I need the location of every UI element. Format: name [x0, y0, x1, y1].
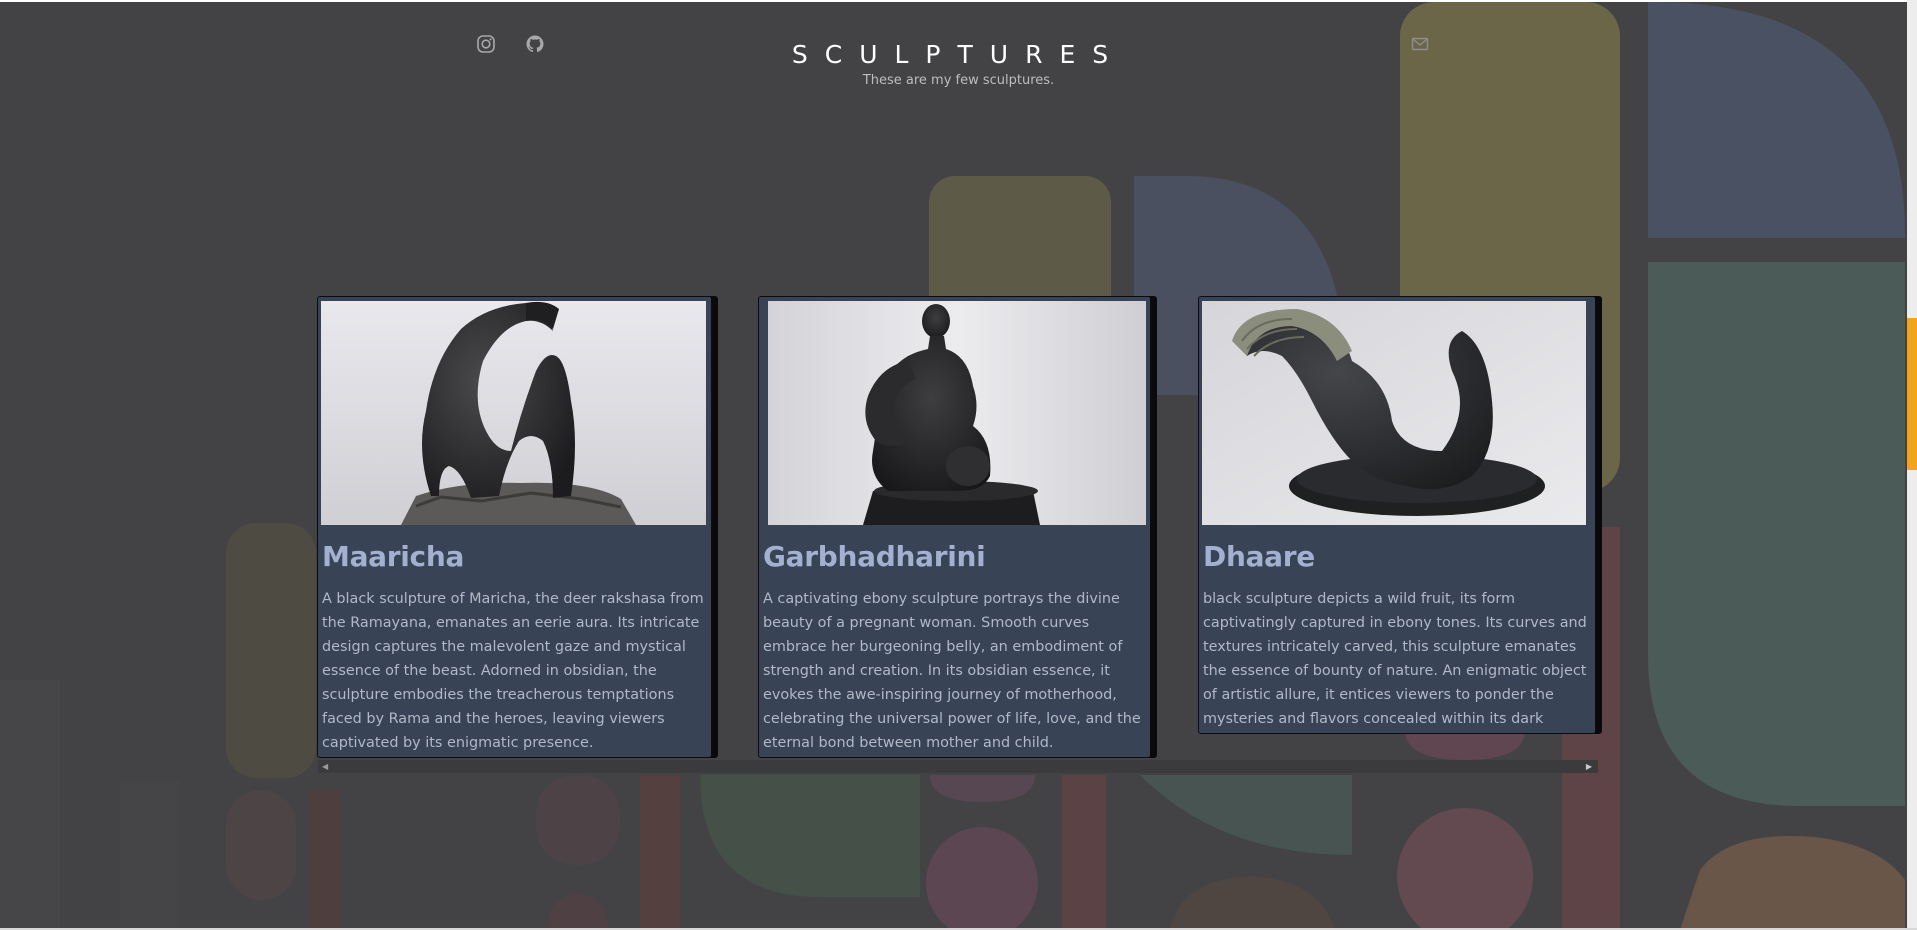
horizontal-scrollbar[interactable]: ◀ ▶ [318, 760, 1598, 773]
vertical-scrollbar-thumb[interactable] [1907, 318, 1917, 470]
sculpture-card-garbhadharini[interactable]: Garbhadharini A captivating ebony sculpt… [758, 296, 1151, 758]
bg-shape-brown-corner [1680, 835, 1905, 930]
sculpture-card-maaricha[interactable]: Maaricha A black sculpture of Maricha, t… [317, 296, 712, 758]
bg-shape-teal-arc [1140, 775, 1352, 855]
card-description: A black sculpture of Maricha, the deer r… [322, 591, 704, 751]
bg-shape-olive-bottom-left [226, 523, 316, 778]
bg-shape-pink-left [226, 790, 296, 900]
bg-shape-pink-top [930, 775, 1035, 802]
bg-shape-grey-left [0, 680, 60, 930]
dhaare-sculpture-image [1202, 301, 1586, 525]
bg-shape-pink-small [548, 894, 608, 930]
bg-shape-pink-circle [1397, 808, 1533, 930]
bg-shape-pink-top-2 [1405, 730, 1525, 760]
mail-icon[interactable] [1408, 32, 1432, 56]
card-description: black sculpture depicts a wild fruit, it… [1203, 591, 1587, 727]
scroll-right-arrow-icon[interactable]: ▶ [1586, 760, 1592, 773]
bg-shape-red-bar-3 [640, 775, 680, 930]
bg-shape-pink-bottom [536, 775, 620, 865]
bg-shape-red-bar-4 [310, 790, 340, 930]
page-subtitle: These are my few sculptures. [862, 73, 1055, 88]
site-header: SCULPTURES These are my few sculptures. [0, 0, 1917, 110]
bg-shape-pink-circle-2 [926, 827, 1038, 930]
page-title: SCULPTURES [791, 40, 1126, 69]
maaricha-sculpture-image [321, 301, 706, 525]
bg-shape-green-block [1648, 262, 1905, 806]
sculpture-card-dhaare[interactable]: Dhaare black sculpture depicts a wild fr… [1198, 296, 1596, 734]
card-description: A captivating ebony sculpture portrays t… [763, 591, 1141, 751]
bg-shape-red-bar-2 [1062, 775, 1106, 930]
bg-shape-grey-left-2 [120, 780, 180, 930]
card-title: Maaricha [322, 540, 465, 573]
card-title: Garbhadharini [763, 540, 986, 573]
garbhadharini-sculpture-image [768, 301, 1146, 525]
bg-shape-brown-bottom [1170, 876, 1335, 930]
scroll-left-arrow-icon[interactable]: ◀ [322, 760, 328, 773]
card-title: Dhaare [1203, 540, 1315, 573]
bg-shape-green-arc-bottom [700, 775, 920, 897]
